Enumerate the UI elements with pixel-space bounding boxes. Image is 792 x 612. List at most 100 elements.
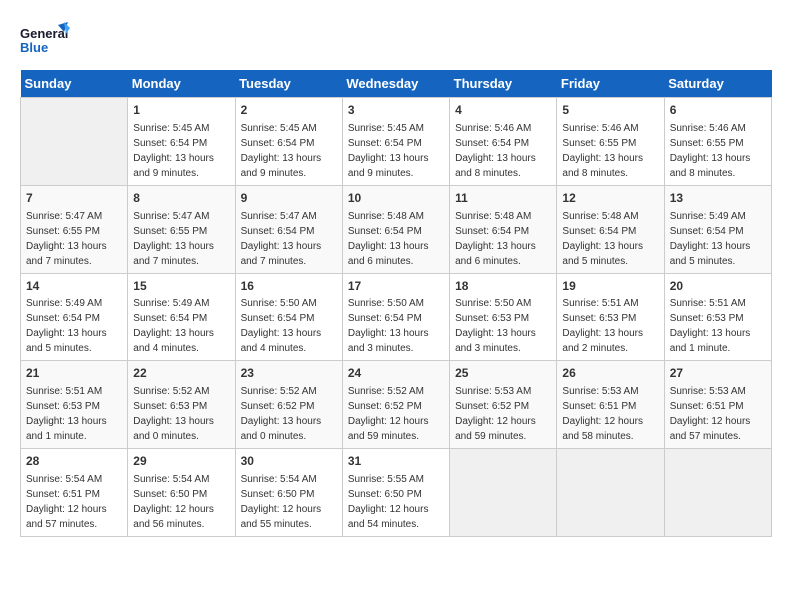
calendar-cell: 17 Sunrise: 5:50 AM Sunset: 6:54 PM Dayli… xyxy=(342,273,449,361)
day-number: 2 xyxy=(241,102,337,119)
calendar-cell: 31 Sunrise: 5:55 AM Sunset: 6:50 PM Dayli… xyxy=(342,449,449,537)
day-info: Sunrise: 5:47 AM Sunset: 6:55 PM Dayligh… xyxy=(133,211,214,267)
calendar-cell: 4 Sunrise: 5:46 AM Sunset: 6:54 PM Daylig… xyxy=(450,98,557,186)
day-number: 29 xyxy=(133,453,229,470)
calendar-cell: 9Sunrise: 5:47 AM Sunset: 6:54 PM Daylig… xyxy=(235,185,342,273)
day-number: 6 xyxy=(670,102,766,119)
day-info: Sunrise: 5:53 AM Sunset: 6:52 PM Dayligh… xyxy=(455,386,536,442)
day-number: 3 xyxy=(348,102,444,119)
day-info: Sunrise: 5:52 AM Sunset: 6:52 PM Dayligh… xyxy=(241,386,322,442)
day-info: Sunrise: 5:46 AM Sunset: 6:55 PM Dayligh… xyxy=(670,123,751,179)
calendar-cell: 25 Sunrise: 5:53 AM Sunset: 6:52 PM Dayli… xyxy=(450,361,557,449)
day-info: Sunrise: 5:46 AM Sunset: 6:54 PM Dayligh… xyxy=(455,123,536,179)
day-number: 31 xyxy=(348,453,444,470)
calendar-cell: 28 Sunrise: 5:54 AM Sunset: 6:51 PM Dayli… xyxy=(21,449,128,537)
calendar-cell xyxy=(664,449,771,537)
day-info: Sunrise: 5:48 AM Sunset: 6:54 PM Dayligh… xyxy=(562,211,643,267)
day-number: 13 xyxy=(670,190,766,207)
day-number: 14 xyxy=(26,278,122,295)
day-number: 28 xyxy=(26,453,122,470)
day-number: 16 xyxy=(241,278,337,295)
day-number: 4 xyxy=(455,102,551,119)
day-number: 27 xyxy=(670,365,766,382)
day-info: Sunrise: 5:49 AM Sunset: 6:54 PM Dayligh… xyxy=(26,298,107,354)
day-number: 5 xyxy=(562,102,658,119)
calendar-cell xyxy=(450,449,557,537)
calendar-cell xyxy=(557,449,664,537)
calendar-cell: 14 Sunrise: 5:49 AM Sunset: 6:54 PM Dayli… xyxy=(21,273,128,361)
day-info: Sunrise: 5:51 AM Sunset: 6:53 PM Dayligh… xyxy=(26,386,107,442)
day-number: 24 xyxy=(348,365,444,382)
day-info: Sunrise: 5:45 AM Sunset: 6:54 PM Dayligh… xyxy=(348,123,429,179)
day-info: Sunrise: 5:52 AM Sunset: 6:52 PM Dayligh… xyxy=(348,386,429,442)
day-info: Sunrise: 5:52 AM Sunset: 6:53 PM Dayligh… xyxy=(133,386,214,442)
calendar-cell: 27Sunrise: 5:53 AM Sunset: 6:51 PM Dayli… xyxy=(664,361,771,449)
header-row: SundayMondayTuesdayWednesdayThursdayFrid… xyxy=(21,70,772,98)
day-number: 1 xyxy=(133,102,229,119)
day-number: 12 xyxy=(562,190,658,207)
day-info: Sunrise: 5:54 AM Sunset: 6:50 PM Dayligh… xyxy=(133,474,214,530)
calendar-cell: 19 Sunrise: 5:51 AM Sunset: 6:53 PM Dayli… xyxy=(557,273,664,361)
day-header-sunday: Sunday xyxy=(21,70,128,98)
day-number: 22 xyxy=(133,365,229,382)
day-info: Sunrise: 5:49 AM Sunset: 6:54 PM Dayligh… xyxy=(670,211,751,267)
day-info: Sunrise: 5:45 AM Sunset: 6:54 PM Dayligh… xyxy=(241,123,322,179)
calendar-cell: 24 Sunrise: 5:52 AM Sunset: 6:52 PM Dayli… xyxy=(342,361,449,449)
day-number: 21 xyxy=(26,365,122,382)
svg-text:Blue: Blue xyxy=(20,40,48,55)
day-number: 11 xyxy=(455,190,551,207)
calendar-cell: 10 Sunrise: 5:48 AM Sunset: 6:54 PM Dayli… xyxy=(342,185,449,273)
day-header-wednesday: Wednesday xyxy=(342,70,449,98)
day-number: 8 xyxy=(133,190,229,207)
week-row-5: 28 Sunrise: 5:54 AM Sunset: 6:51 PM Dayli… xyxy=(21,449,772,537)
calendar-cell: 29 Sunrise: 5:54 AM Sunset: 6:50 PM Dayli… xyxy=(128,449,235,537)
day-number: 17 xyxy=(348,278,444,295)
day-header-saturday: Saturday xyxy=(664,70,771,98)
day-info: Sunrise: 5:51 AM Sunset: 6:53 PM Dayligh… xyxy=(562,298,643,354)
calendar-cell: 2 Sunrise: 5:45 AM Sunset: 6:54 PM Daylig… xyxy=(235,98,342,186)
day-header-friday: Friday xyxy=(557,70,664,98)
day-info: Sunrise: 5:50 AM Sunset: 6:54 PM Dayligh… xyxy=(348,298,429,354)
logo: General Blue xyxy=(20,20,70,60)
day-info: Sunrise: 5:50 AM Sunset: 6:54 PM Dayligh… xyxy=(241,298,322,354)
day-info: Sunrise: 5:49 AM Sunset: 6:54 PM Dayligh… xyxy=(133,298,214,354)
day-info: Sunrise: 5:48 AM Sunset: 6:54 PM Dayligh… xyxy=(348,211,429,267)
week-row-1: 1 Sunrise: 5:45 AM Sunset: 6:54 PM Daylig… xyxy=(21,98,772,186)
day-info: Sunrise: 5:50 AM Sunset: 6:53 PM Dayligh… xyxy=(455,298,536,354)
calendar-cell: 6 Sunrise: 5:46 AM Sunset: 6:55 PM Daylig… xyxy=(664,98,771,186)
day-info: Sunrise: 5:48 AM Sunset: 6:54 PM Dayligh… xyxy=(455,211,536,267)
day-number: 23 xyxy=(241,365,337,382)
calendar-cell: 13 Sunrise: 5:49 AM Sunset: 6:54 PM Dayli… xyxy=(664,185,771,273)
calendar-cell: 30Sunrise: 5:54 AM Sunset: 6:50 PM Dayli… xyxy=(235,449,342,537)
calendar-cell: 3 Sunrise: 5:45 AM Sunset: 6:54 PM Daylig… xyxy=(342,98,449,186)
day-number: 10 xyxy=(348,190,444,207)
day-info: Sunrise: 5:46 AM Sunset: 6:55 PM Dayligh… xyxy=(562,123,643,179)
calendar-cell: 16 Sunrise: 5:50 AM Sunset: 6:54 PM Dayli… xyxy=(235,273,342,361)
week-row-2: 7 Sunrise: 5:47 AM Sunset: 6:55 PM Daylig… xyxy=(21,185,772,273)
calendar-cell: 1 Sunrise: 5:45 AM Sunset: 6:54 PM Daylig… xyxy=(128,98,235,186)
day-info: Sunrise: 5:55 AM Sunset: 6:50 PM Dayligh… xyxy=(348,474,429,530)
day-info: Sunrise: 5:47 AM Sunset: 6:54 PM Dayligh… xyxy=(241,211,322,267)
calendar-cell: 11 Sunrise: 5:48 AM Sunset: 6:54 PM Dayli… xyxy=(450,185,557,273)
day-info: Sunrise: 5:45 AM Sunset: 6:54 PM Dayligh… xyxy=(133,123,214,179)
day-header-tuesday: Tuesday xyxy=(235,70,342,98)
calendar-cell xyxy=(21,98,128,186)
day-number: 19 xyxy=(562,278,658,295)
calendar-cell: 7 Sunrise: 5:47 AM Sunset: 6:55 PM Daylig… xyxy=(21,185,128,273)
calendar-cell: 22 Sunrise: 5:52 AM Sunset: 6:53 PM Dayli… xyxy=(128,361,235,449)
calendar-cell: 5 Sunrise: 5:46 AM Sunset: 6:55 PM Daylig… xyxy=(557,98,664,186)
week-row-4: 21 Sunrise: 5:51 AM Sunset: 6:53 PM Dayli… xyxy=(21,361,772,449)
day-number: 25 xyxy=(455,365,551,382)
day-info: Sunrise: 5:53 AM Sunset: 6:51 PM Dayligh… xyxy=(562,386,643,442)
calendar-cell: 15Sunrise: 5:49 AM Sunset: 6:54 PM Dayli… xyxy=(128,273,235,361)
day-number: 20 xyxy=(670,278,766,295)
calendar-cell: 8 Sunrise: 5:47 AM Sunset: 6:55 PM Daylig… xyxy=(128,185,235,273)
day-info: Sunrise: 5:47 AM Sunset: 6:55 PM Dayligh… xyxy=(26,211,107,267)
week-row-3: 14 Sunrise: 5:49 AM Sunset: 6:54 PM Dayli… xyxy=(21,273,772,361)
day-info: Sunrise: 5:54 AM Sunset: 6:51 PM Dayligh… xyxy=(26,474,107,530)
calendar-cell: 18Sunrise: 5:50 AM Sunset: 6:53 PM Dayli… xyxy=(450,273,557,361)
day-number: 7 xyxy=(26,190,122,207)
calendar-cell: 12 Sunrise: 5:48 AM Sunset: 6:54 PM Dayli… xyxy=(557,185,664,273)
calendar-cell: 23 Sunrise: 5:52 AM Sunset: 6:52 PM Dayli… xyxy=(235,361,342,449)
day-header-monday: Monday xyxy=(128,70,235,98)
